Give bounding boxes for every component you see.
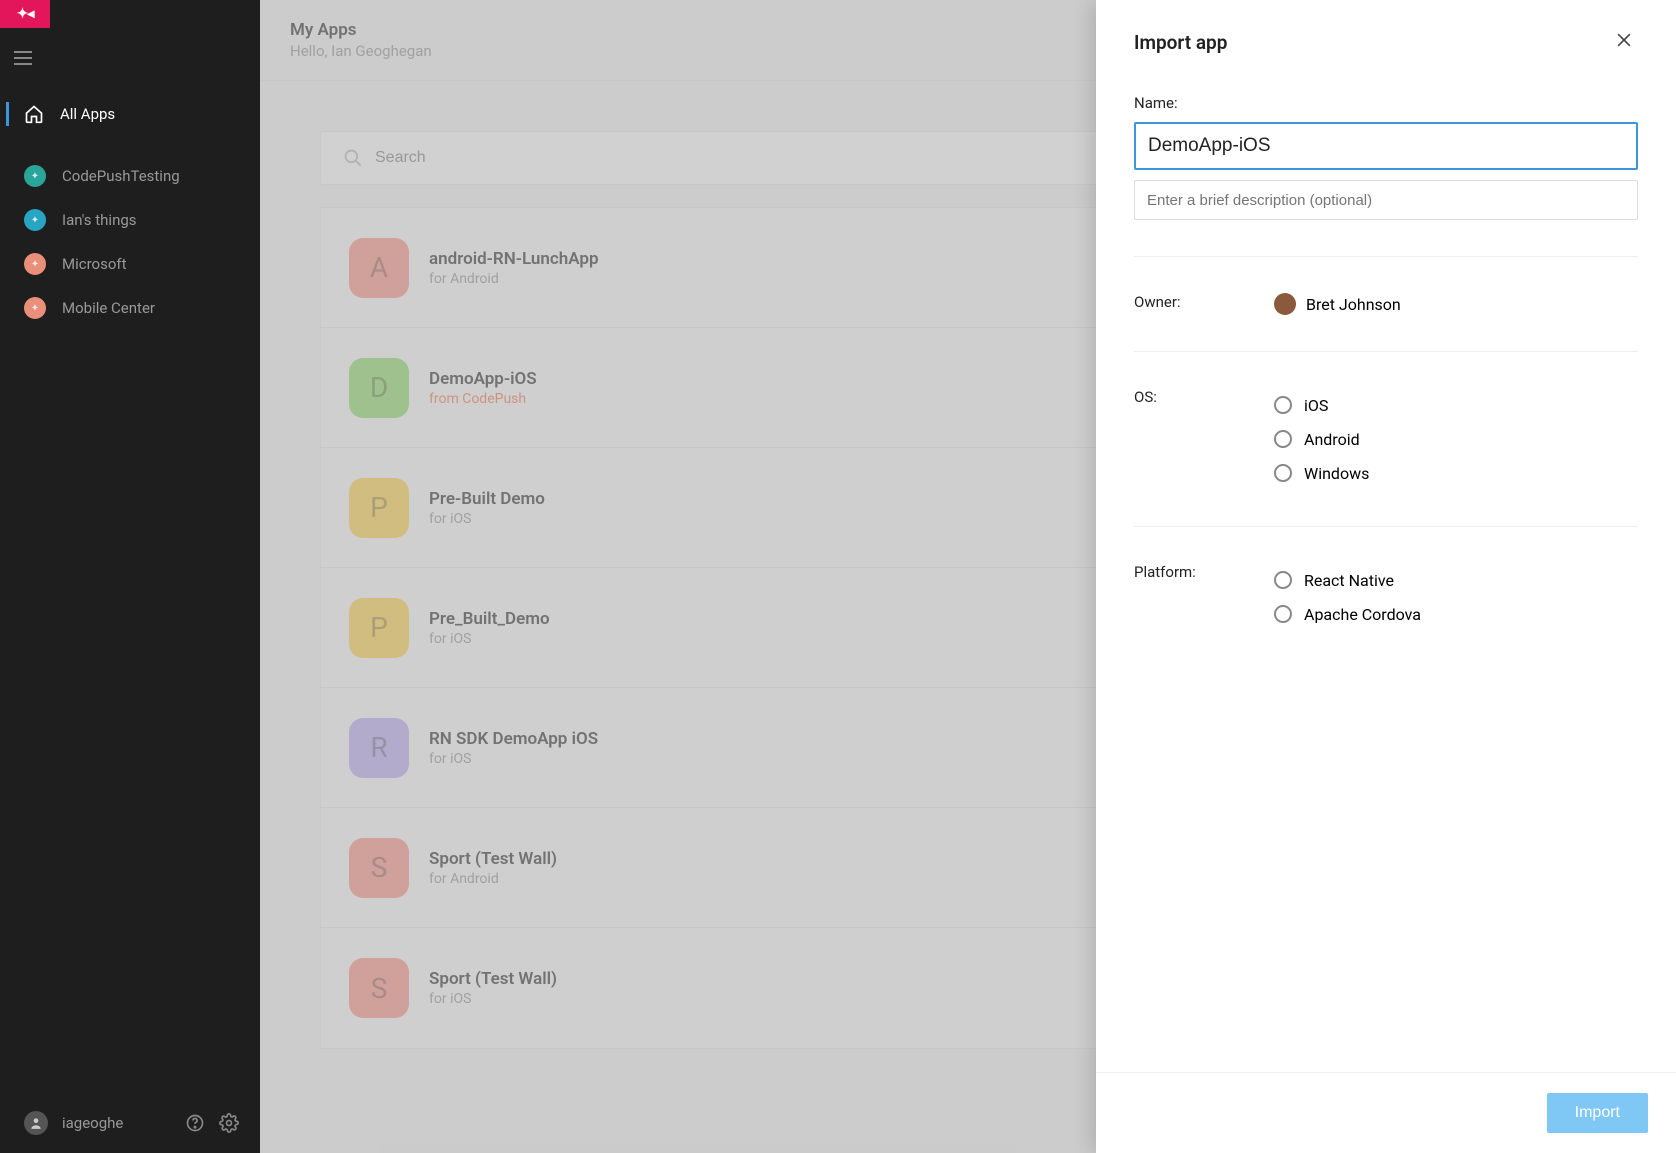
org-label: Ian's things: [62, 211, 137, 229]
sidebar: ✦◂ All Apps ✦ CodePushTesting ✦ Ian's th…: [0, 0, 260, 1153]
org-label: Mobile Center: [62, 299, 155, 317]
app-name: Pre_Built_Demo: [429, 609, 550, 629]
app-badge-icon: D: [349, 358, 409, 418]
radio-label: Android: [1304, 430, 1360, 449]
org-item[interactable]: ✦ CodePushTesting: [0, 154, 260, 198]
os-option[interactable]: iOS: [1274, 388, 1638, 422]
owner-name: Bret Johnson: [1306, 295, 1401, 314]
app-subtitle: for iOS: [429, 631, 550, 647]
app-badge-icon: R: [349, 718, 409, 778]
hamburger-menu-icon[interactable]: [14, 46, 38, 70]
owner-avatar-icon: [1274, 293, 1296, 315]
platform-label: Platform:: [1134, 563, 1274, 631]
app-name: Pre-Built Demo: [429, 489, 545, 509]
os-option[interactable]: Android: [1274, 422, 1638, 456]
app-name: RN SDK DemoApp iOS: [429, 729, 598, 749]
platform-option[interactable]: Apache Cordova: [1274, 597, 1638, 631]
app-badge-icon: S: [349, 838, 409, 898]
os-label: OS:: [1134, 388, 1274, 490]
app-badge-icon: S: [349, 958, 409, 1018]
radio-icon: [1274, 605, 1292, 623]
owner-label: Owner:: [1134, 293, 1274, 315]
description-input[interactable]: [1134, 180, 1638, 220]
org-label: Microsoft: [62, 255, 127, 273]
name-label: Name:: [1134, 94, 1638, 112]
divider: [1134, 256, 1638, 257]
name-input[interactable]: [1134, 122, 1638, 170]
app-subtitle: for Android: [429, 271, 599, 287]
app-badge-icon: A: [349, 238, 409, 298]
org-badge-icon: ✦: [24, 209, 46, 231]
org-list: ✦ CodePushTesting ✦ Ian's things ✦ Micro…: [0, 154, 260, 330]
nav-all-apps-label: All Apps: [60, 105, 115, 123]
close-icon[interactable]: [1614, 30, 1638, 54]
panel-title: Import app: [1134, 31, 1227, 54]
org-item[interactable]: ✦ Microsoft: [0, 242, 260, 286]
nav-all-apps[interactable]: All Apps: [0, 92, 260, 136]
radio-icon: [1274, 571, 1292, 589]
import-button[interactable]: Import: [1547, 1093, 1648, 1133]
app-badge-icon: P: [349, 478, 409, 538]
platform-option[interactable]: React Native: [1274, 563, 1638, 597]
app-name: android-RN-LunchApp: [429, 249, 599, 269]
app-subtitle: for iOS: [429, 751, 598, 767]
search-icon: [343, 148, 363, 168]
org-badge-icon: ✦: [24, 253, 46, 275]
radio-icon: [1274, 430, 1292, 448]
user-avatar-icon[interactable]: [24, 1111, 48, 1135]
radio-label: React Native: [1304, 571, 1394, 590]
org-label: CodePushTesting: [62, 167, 180, 185]
logo-icon: ✦◂: [17, 6, 34, 22]
os-option[interactable]: Windows: [1274, 456, 1638, 490]
org-badge-icon: ✦: [24, 165, 46, 187]
import-panel: Import app Name: Owner: Bret Johnson OS:…: [1096, 0, 1676, 1153]
sidebar-footer: iageoghe: [0, 1093, 260, 1153]
app-name: DemoApp-iOS: [429, 369, 537, 389]
radio-icon: [1274, 464, 1292, 482]
radio-icon: [1274, 396, 1292, 414]
app-logo[interactable]: ✦◂: [0, 0, 50, 28]
home-icon: [24, 104, 44, 124]
app-subtitle: from CodePush: [429, 391, 537, 407]
app-name: Sport (Test Wall): [429, 969, 557, 989]
app-name: Sport (Test Wall): [429, 849, 557, 869]
app-badge-icon: P: [349, 598, 409, 658]
app-subtitle: for Android: [429, 871, 557, 887]
owner-value[interactable]: Bret Johnson: [1274, 293, 1638, 315]
org-item[interactable]: ✦ Ian's things: [0, 198, 260, 242]
app-subtitle: for iOS: [429, 511, 545, 527]
radio-label: iOS: [1304, 396, 1328, 415]
org-item[interactable]: ✦ Mobile Center: [0, 286, 260, 330]
footer-username: iageoghe: [62, 1114, 123, 1132]
app-subtitle: for iOS: [429, 991, 557, 1007]
settings-gear-icon[interactable]: [218, 1112, 240, 1134]
org-badge-icon: ✦: [24, 297, 46, 319]
divider: [1134, 351, 1638, 352]
radio-label: Apache Cordova: [1304, 605, 1421, 624]
help-icon[interactable]: [184, 1112, 206, 1134]
radio-label: Windows: [1304, 464, 1369, 483]
divider: [1134, 526, 1638, 527]
